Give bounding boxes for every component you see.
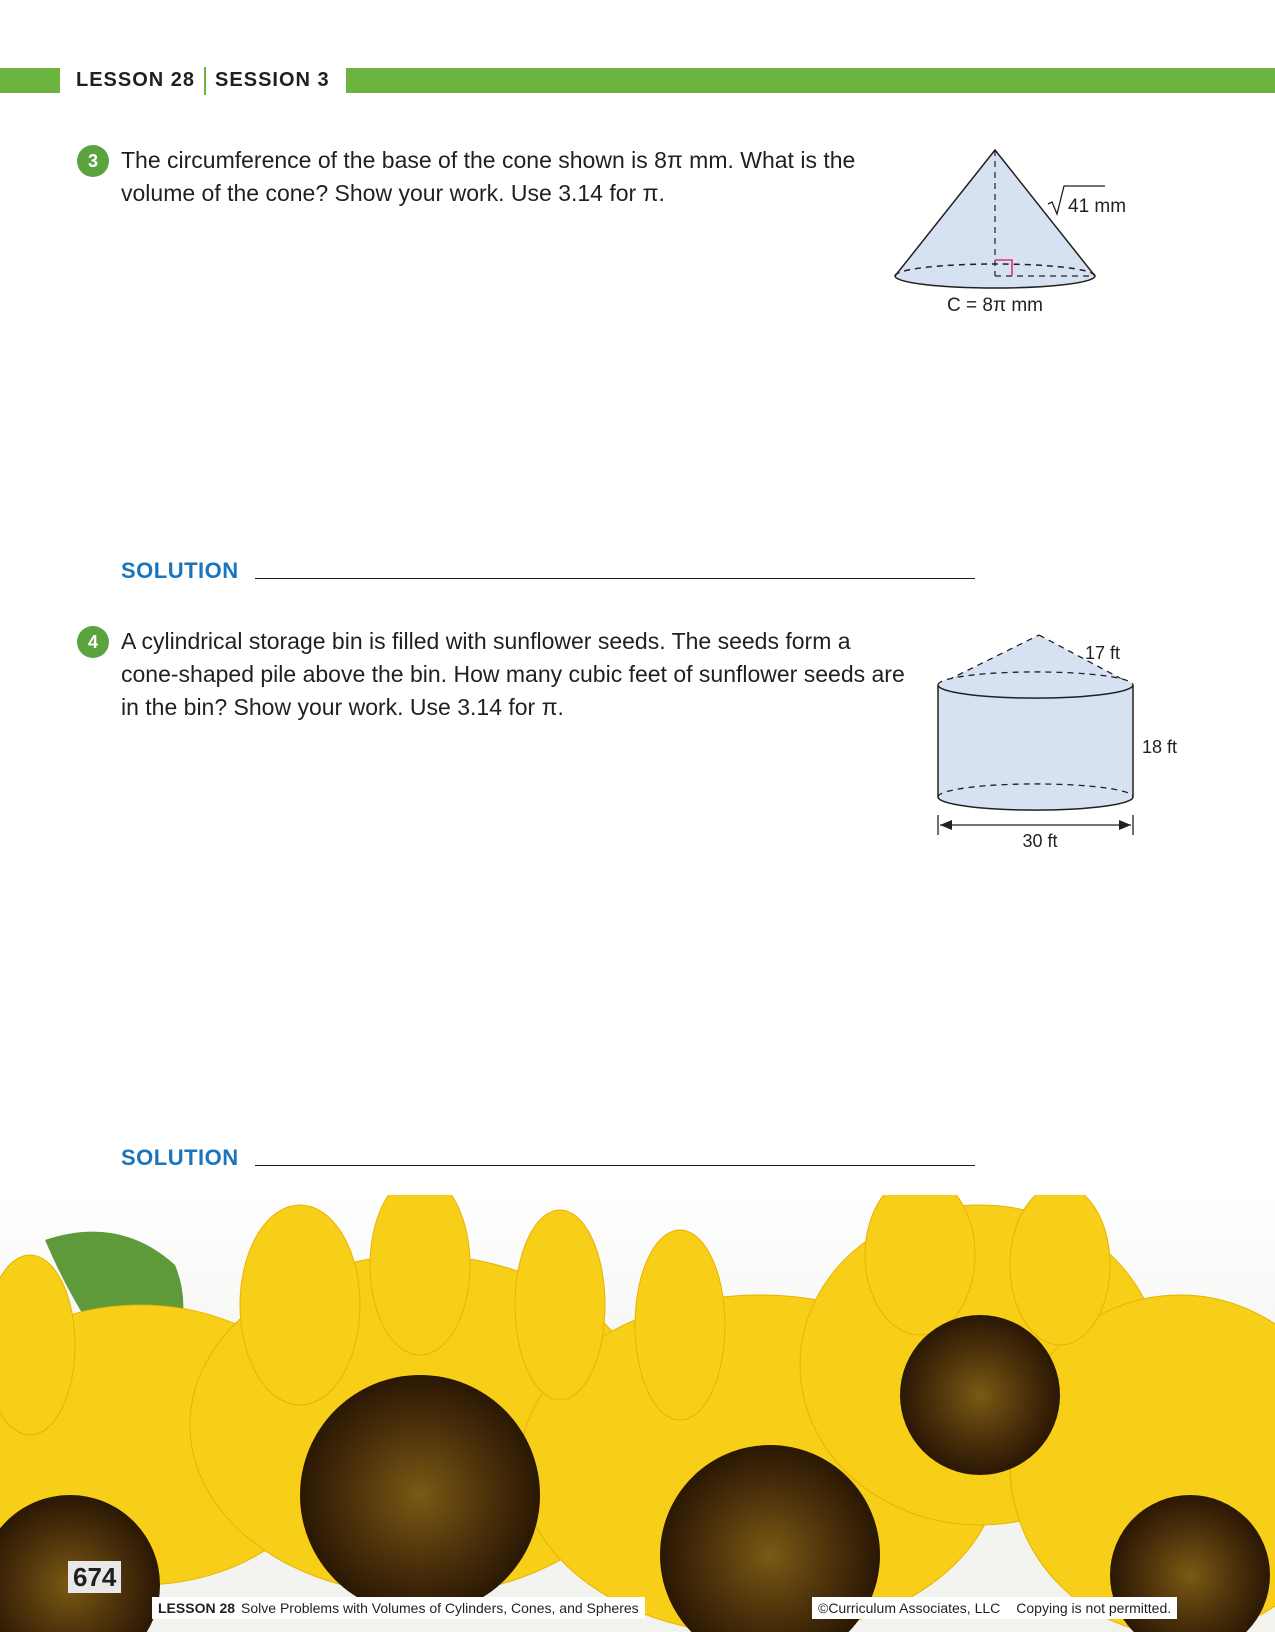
page-number: 674 — [68, 1561, 122, 1593]
cylinder-diameter-label: 30 ft — [1022, 831, 1057, 851]
cone-circumference-label: C = 8π mm — [947, 295, 1043, 316]
copyright-text: ©Curriculum Associates, LLC — [818, 1600, 1001, 1616]
cone-slant-label: 41 mm — [1068, 196, 1126, 217]
footer-lesson-label: LESSON 28 — [158, 1600, 236, 1616]
solution-label-3: SOLUTION — [121, 558, 239, 583]
cone-pile-slant-label: 17 ft — [1085, 643, 1120, 663]
session-label: SESSION 3 — [215, 69, 330, 91]
footer-lesson: LESSON 28 Solve Problems with Volumes of … — [152, 1597, 645, 1619]
question-4-line-2: cone-shaped pile above the bin. How many… — [121, 661, 905, 687]
solution-line-3[interactable] — [255, 578, 975, 579]
solution-label-4: SOLUTION — [121, 1145, 239, 1170]
question-number-badge: 4 — [77, 626, 109, 658]
sunflower-image — [0, 1195, 1275, 1632]
lesson-session-header: LESSON 28 SESSION 3 — [60, 62, 346, 99]
cylinder-height-label: 18 ft — [1142, 737, 1177, 757]
cylinder-body — [938, 671, 1133, 811]
copy-notice: Copying is not permitted. — [1016, 1600, 1172, 1616]
question-3-text: The circumference of the base of the con… — [121, 144, 855, 210]
lesson-label: LESSON 28 — [76, 69, 196, 91]
footer-copyright: ©Curriculum Associates, LLC Copying is no… — [812, 1597, 1178, 1619]
cylinder-cone-figure: 17 ft 18 ft 30 ft — [937, 634, 1177, 851]
question-number-badge: 3 — [77, 145, 109, 177]
solution-line-4[interactable] — [255, 1165, 975, 1166]
question-4-line-1: A cylindrical storage bin is filled with… — [121, 628, 851, 654]
question-4-line-3: in the bin? Show your work. Use 3.14 for… — [121, 694, 564, 720]
header-divider — [204, 66, 207, 95]
question-3-line-2: volume of the cone? Show your work. Use … — [121, 180, 665, 206]
question-3-line-1: The circumference of the base of the con… — [121, 147, 856, 173]
cone-figure: 41 mm C = 8π mm — [894, 148, 1126, 316]
question-4-text: A cylindrical storage bin is filled with… — [121, 625, 905, 724]
footer-lesson-title: Solve Problems with Volumes of Cylinders… — [241, 1600, 639, 1616]
